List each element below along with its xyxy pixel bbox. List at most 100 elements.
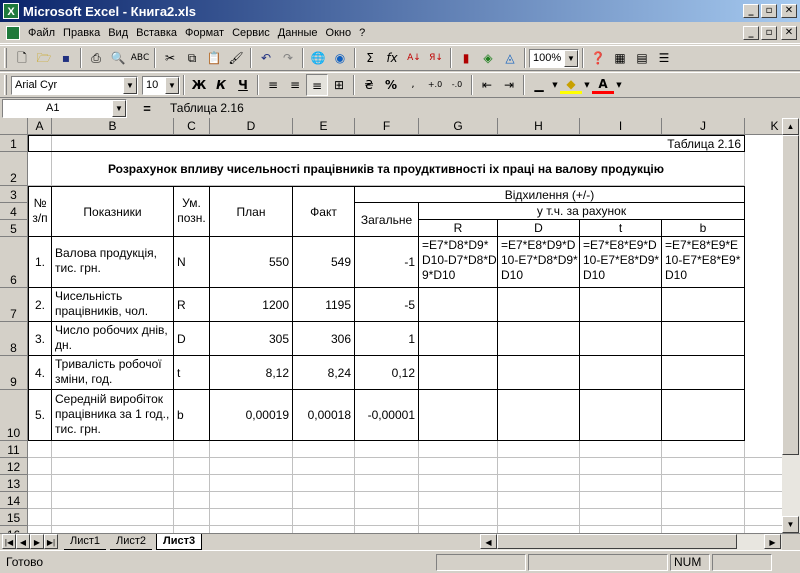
empty-cell[interactable] bbox=[419, 390, 498, 441]
row-header[interactable]: 11 bbox=[0, 441, 28, 458]
menu-window[interactable]: Окно bbox=[322, 27, 356, 39]
header-num-cell[interactable]: № з/п bbox=[28, 186, 52, 237]
bold-button[interactable]: Ж bbox=[188, 74, 210, 96]
font-color-icon[interactable]: A bbox=[592, 76, 614, 94]
paste-icon[interactable]: 📋 bbox=[203, 47, 225, 69]
plan-cell[interactable]: 550 bbox=[210, 237, 293, 288]
formula-t-cell[interactable]: =E7*E8*E9*D10-E7*E8*D9*D10 bbox=[580, 237, 662, 288]
chevron-down-icon[interactable]: ▼ bbox=[123, 76, 137, 94]
formula-r-cell[interactable]: =E7*D8*D9*D10-D7*D8*D9*D10 bbox=[419, 237, 498, 288]
decrease-indent-icon[interactable]: ⇤ bbox=[476, 74, 498, 96]
header-indicator-cell[interactable]: Показники bbox=[52, 186, 174, 237]
chevron-down-icon[interactable]: ▼ bbox=[582, 74, 592, 96]
merge-center-icon[interactable]: ⊞ bbox=[328, 74, 350, 96]
row-num-cell[interactable]: 2. bbox=[28, 288, 52, 322]
comma-style-icon[interactable]: , bbox=[402, 74, 424, 96]
header-b-cell[interactable]: b bbox=[662, 220, 745, 237]
total-deviation-cell[interactable]: -1 bbox=[355, 237, 419, 288]
sheet-tab-1[interactable]: Лист1 bbox=[64, 534, 107, 550]
vertical-scrollbar[interactable]: ▲ ▼ bbox=[782, 118, 800, 533]
fact-cell[interactable]: 8,24 bbox=[293, 356, 355, 390]
copy-icon[interactable]: ⧉ bbox=[181, 47, 203, 69]
web-toolbar-icon[interactable]: ◉ bbox=[329, 47, 351, 69]
close-button[interactable]: ✕ bbox=[781, 4, 797, 18]
column-header[interactable]: E bbox=[293, 118, 355, 135]
column-header[interactable]: J bbox=[662, 118, 745, 135]
first-sheet-icon[interactable]: |◀ bbox=[2, 534, 16, 549]
sort-descending-icon[interactable]: Я↓ bbox=[425, 47, 447, 69]
empty-cell[interactable] bbox=[498, 356, 580, 390]
scroll-thumb[interactable] bbox=[782, 135, 799, 455]
header-including-cell[interactable]: у т.ч. за рахунок bbox=[419, 203, 745, 220]
row-header[interactable]: 16 bbox=[0, 526, 28, 533]
decrease-decimal-icon[interactable]: -.0 bbox=[446, 74, 468, 96]
horizontal-scrollbar[interactable]: ◀ ▶ bbox=[480, 534, 782, 550]
fact-cell[interactable]: 306 bbox=[293, 322, 355, 356]
column-header[interactable]: F bbox=[355, 118, 419, 135]
chevron-down-icon[interactable]: ▼ bbox=[550, 74, 560, 96]
menu-help[interactable]: ? bbox=[355, 27, 369, 39]
increase-decimal-icon[interactable]: +.0 bbox=[424, 74, 446, 96]
row-header[interactable]: 6 bbox=[0, 237, 28, 288]
next-sheet-icon[interactable]: ▶ bbox=[30, 534, 44, 549]
autosum-icon[interactable]: Σ bbox=[359, 47, 381, 69]
formula-d-cell[interactable]: =E7*E8*D9*D10-E7*D8*D9*D10 bbox=[498, 237, 580, 288]
header-deviation-cell[interactable]: Відхилення (+/-) bbox=[355, 186, 745, 203]
formula-input[interactable]: Таблица 2.16 bbox=[167, 98, 797, 118]
indicator-cell[interactable]: Середній виробіток працівника за 1 год.,… bbox=[52, 390, 174, 441]
column-header[interactable]: I bbox=[580, 118, 662, 135]
empty-cell[interactable] bbox=[662, 390, 745, 441]
row-num-cell[interactable]: 1. bbox=[28, 237, 52, 288]
empty-cell[interactable] bbox=[419, 322, 498, 356]
column-header[interactable]: B bbox=[52, 118, 174, 135]
drawing-icon[interactable]: ◬ bbox=[499, 47, 521, 69]
sheet-tab-2[interactable]: Лист2 bbox=[110, 534, 153, 550]
print-preview-icon[interactable]: 🔍 bbox=[107, 47, 129, 69]
increase-indent-icon[interactable]: ⇥ bbox=[498, 74, 520, 96]
doc-close-button[interactable]: ✕ bbox=[781, 25, 797, 40]
scroll-left-icon[interactable]: ◀ bbox=[480, 534, 497, 549]
currency-icon[interactable]: ₴ bbox=[358, 74, 380, 96]
row-header[interactable]: 3 bbox=[0, 186, 28, 203]
unit-cell[interactable]: b bbox=[174, 390, 210, 441]
fact-cell[interactable]: 1195 bbox=[293, 288, 355, 322]
workbook-icon[interactable] bbox=[6, 25, 20, 40]
font-size-select[interactable]: 10 ▼ bbox=[142, 75, 180, 95]
row-header[interactable]: 9 bbox=[0, 356, 28, 390]
scroll-up-icon[interactable]: ▲ bbox=[782, 118, 799, 135]
grid-alt-icon[interactable]: ▤ bbox=[631, 47, 653, 69]
empty-cell[interactable] bbox=[580, 356, 662, 390]
italic-button[interactable]: К bbox=[210, 74, 232, 96]
empty-cell[interactable] bbox=[580, 288, 662, 322]
plan-cell[interactable]: 8,12 bbox=[210, 356, 293, 390]
restore-button[interactable]: ▫ bbox=[761, 4, 777, 18]
chevron-down-icon[interactable]: ▼ bbox=[165, 76, 179, 94]
unit-cell[interactable]: D bbox=[174, 322, 210, 356]
column-header[interactable]: G bbox=[419, 118, 498, 135]
chevron-down-icon[interactable]: ▼ bbox=[614, 74, 624, 96]
column-header[interactable]: C bbox=[174, 118, 210, 135]
doc-restore-button[interactable]: ▫ bbox=[761, 25, 777, 40]
total-deviation-cell[interactable]: -0,00001 bbox=[355, 390, 419, 441]
underline-button[interactable]: Ч bbox=[232, 74, 254, 96]
select-all-corner[interactable] bbox=[0, 118, 28, 135]
menu-file[interactable]: Файл bbox=[24, 27, 59, 39]
prev-sheet-icon[interactable]: ◀ bbox=[16, 534, 30, 549]
column-header[interactable]: K bbox=[745, 118, 782, 135]
redo-icon[interactable]: ↷ bbox=[277, 47, 299, 69]
plan-cell[interactable]: 1200 bbox=[210, 288, 293, 322]
chart-wizard-icon[interactable]: ▮ bbox=[455, 47, 477, 69]
scroll-right-icon[interactable]: ▶ bbox=[764, 534, 781, 549]
undo-icon[interactable]: ↶ bbox=[255, 47, 277, 69]
empty-cell[interactable] bbox=[662, 356, 745, 390]
formula-b-cell[interactable]: =E7*E8*E9*E10-E7*E8*E9*D10 bbox=[662, 237, 745, 288]
empty-cell[interactable] bbox=[498, 288, 580, 322]
total-deviation-cell[interactable]: 1 bbox=[355, 322, 419, 356]
open-icon[interactable]: 🗁 bbox=[33, 47, 55, 69]
row-header[interactable]: 2 bbox=[0, 152, 28, 186]
office-assistant-icon[interactable]: ❓ bbox=[587, 47, 609, 69]
borders-icon[interactable]: ▁ bbox=[528, 74, 550, 96]
unit-cell[interactable]: N bbox=[174, 237, 210, 288]
chevron-down-icon[interactable]: ▼ bbox=[564, 49, 578, 67]
indicator-cell[interactable]: Чисельність працівників, чол. bbox=[52, 288, 174, 322]
